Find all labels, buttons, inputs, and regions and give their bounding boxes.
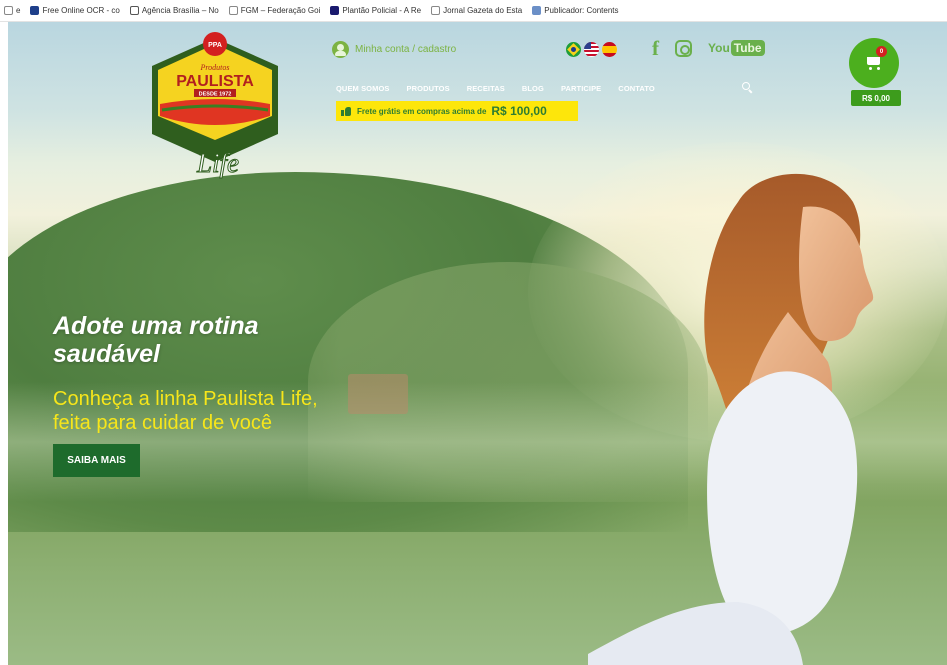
bookmark-item[interactable]: e (4, 6, 20, 15)
bookmarks-bar: e Free Online OCR - co Agência Brasília … (0, 0, 947, 22)
youtube-icon[interactable]: You Tube (708, 40, 765, 56)
bookmark-label: Free Online OCR - co (42, 6, 120, 15)
language-selector (566, 42, 617, 57)
logo-sub-brand: Life (196, 148, 239, 178)
bookmark-item[interactable]: FGM – Federação Goi (228, 6, 321, 15)
bookmark-item[interactable]: Plantão Policial - A Re (330, 6, 421, 15)
nav-produtos[interactable]: PRODUTOS (407, 84, 450, 93)
nav-contato[interactable]: CONTATO (618, 84, 655, 93)
account-label: Minha conta / cadastro (355, 44, 457, 55)
logo-badge: PPA (208, 42, 222, 49)
nav-blog[interactable]: BLOG (522, 84, 544, 93)
bookmark-label: Agência Brasília – No (141, 6, 219, 15)
youtube-tube-text: Tube (730, 40, 765, 56)
nav-receitas[interactable]: RECEITAS (467, 84, 505, 93)
saiba-mais-button[interactable]: SAIBA MAIS (53, 444, 140, 477)
logo-top-text: Produtos (199, 63, 229, 72)
facebook-icon[interactable]: f (652, 38, 659, 59)
cart-total: R$ 0,00 (851, 90, 901, 106)
hero-sub-line: Conheça a linha Paulista Life, (53, 388, 318, 410)
publicador-icon (532, 6, 542, 15)
youtube-you-text: You (708, 41, 730, 55)
nav-quem-somos[interactable]: QUEM SOMOS (336, 84, 390, 93)
hero-house (348, 374, 408, 414)
flag-spain-icon[interactable] (602, 42, 617, 57)
flag-usa-icon[interactable] (584, 42, 599, 57)
cart-circle (849, 38, 899, 88)
nav-participe[interactable]: PARTICIPE (561, 84, 601, 93)
bookmark-label: Jornal Gazeta do Esta (443, 6, 523, 15)
bookmark-label: FGM – Federação Goi (240, 6, 321, 15)
document-icon (228, 6, 238, 15)
flag-brazil-icon[interactable] (566, 42, 581, 57)
paulista-life-logo[interactable]: PPA Produtos PAULISTA DESDE 1972 Life (148, 22, 282, 182)
hero-headline-line: Adote uma rotina (53, 312, 259, 340)
bookmark-item[interactable]: Agência Brasília – No (129, 6, 219, 15)
user-icon (332, 41, 349, 58)
shipping-text: Frete grátis em compras acima de (357, 106, 487, 116)
hero-headline-line: saudável (53, 340, 161, 368)
bookmark-item[interactable]: Free Online OCR - co (30, 6, 120, 15)
social-links: f You Tube (652, 38, 765, 59)
main-nav: QUEM SOMOS PRODUTOS RECEITAS BLOG PARTIC… (336, 84, 655, 93)
cart-button[interactable]: 0 R$ 0,00 (849, 38, 901, 108)
hero-model-image (588, 173, 874, 665)
plantao-icon (330, 6, 340, 15)
bookmark-item[interactable]: Publicador: Contents (532, 6, 618, 15)
bookmark-label: Publicador: Contents (544, 6, 619, 15)
logo-since: DESDE 1972 (199, 92, 232, 98)
bookmark-label: Plantão Policial - A Re (342, 6, 422, 15)
logo-brand: PAULISTA (176, 73, 254, 90)
hero-subheadline: Conheça a linha Paulista Life, feita par… (53, 387, 318, 435)
free-shipping-banner: Frete grátis em compras acima de R$ 100,… (336, 101, 578, 121)
thumbs-up-icon (341, 106, 352, 117)
agencia-icon (129, 6, 139, 15)
bookmark-label: e (16, 6, 21, 15)
shipping-amount: R$ 100,00 (491, 104, 547, 118)
document-icon (431, 6, 441, 15)
account-link[interactable]: Minha conta / cadastro (332, 41, 456, 58)
search-icon[interactable] (742, 82, 753, 93)
hero-headline: Adote uma rotina saudável (53, 312, 259, 368)
page-icon (4, 6, 13, 15)
instagram-icon[interactable] (675, 39, 692, 57)
ocr-icon (30, 6, 40, 15)
cart-count-badge: 0 (876, 46, 887, 57)
bookmark-item[interactable]: Jornal Gazeta do Esta (431, 6, 522, 15)
hero-sub-line: feita para cuidar de você (53, 412, 273, 434)
